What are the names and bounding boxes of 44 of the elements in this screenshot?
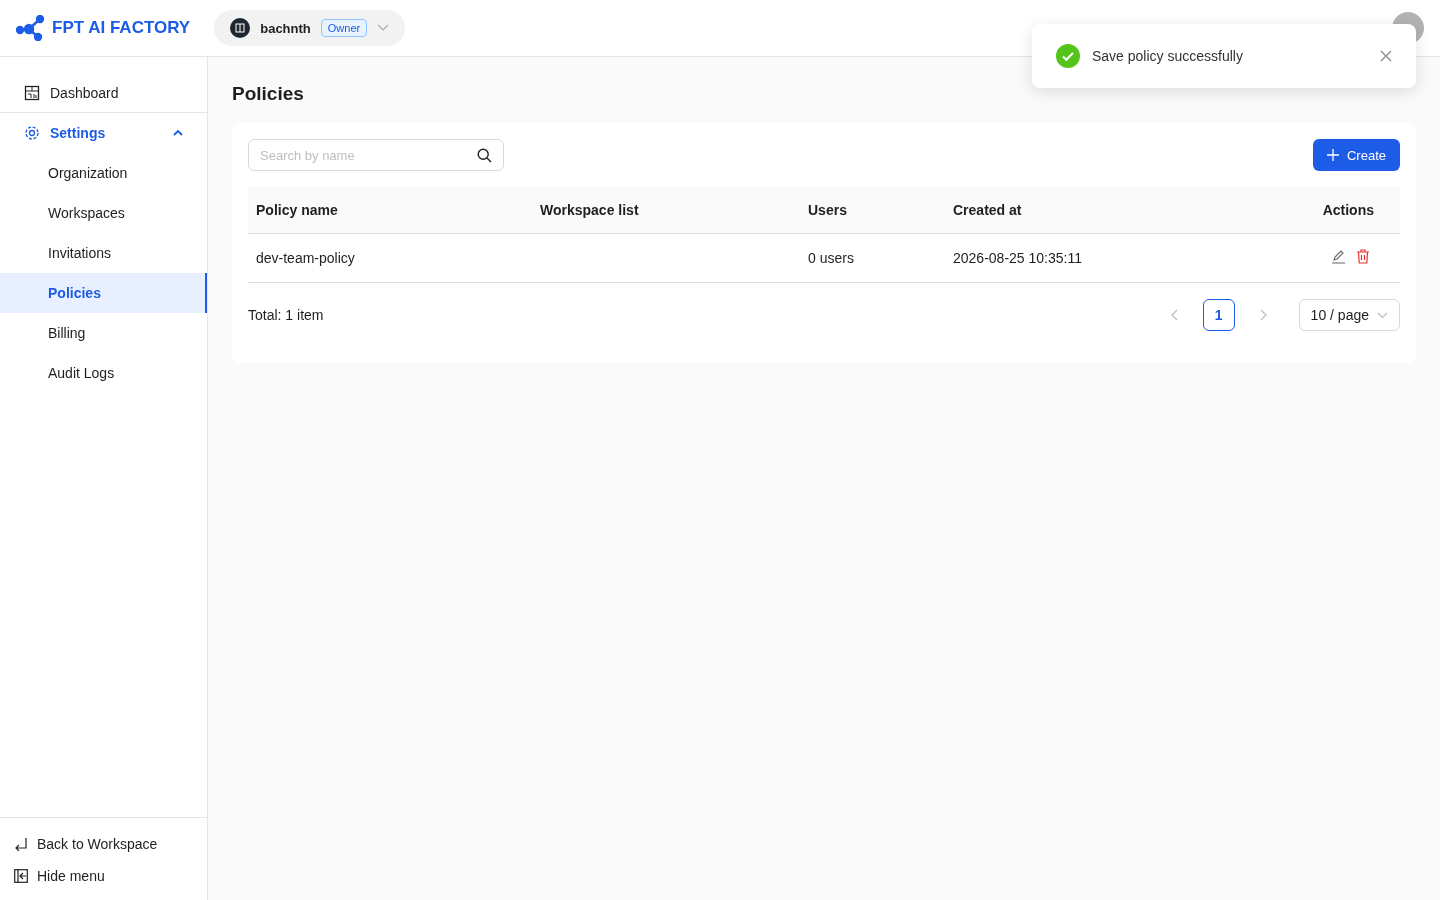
sidebar-item[interactable]: Billing	[0, 313, 207, 353]
total-count: Total: 1 item	[248, 307, 324, 323]
role-tag: Owner	[320, 19, 368, 37]
search-field[interactable]: Search by name	[248, 139, 504, 171]
logo-icon	[16, 15, 46, 41]
table-cell: 2026-08-25 10:35:11	[945, 233, 1232, 283]
sidebar-footer-link[interactable]: Hide menu	[14, 866, 193, 886]
page-number-button[interactable]: 1	[1202, 299, 1235, 331]
sidebar-footer-link[interactable]: Back to Workspace	[14, 834, 193, 854]
sidebar-item[interactable]: Policies	[0, 273, 207, 313]
success-icon	[1056, 44, 1080, 68]
column-header: Users	[800, 187, 945, 234]
table-cell: dev-team-policy	[248, 233, 532, 283]
sidebar-item[interactable]: Invitations	[0, 233, 207, 273]
return-arrow-icon	[14, 837, 28, 851]
create-button[interactable]: Create	[1312, 139, 1400, 171]
previous-page-icon[interactable]	[1170, 309, 1179, 321]
page-size-select[interactable]: 10 / page	[1298, 299, 1400, 331]
settings-icon	[24, 125, 40, 141]
toast-message: Save policy successfully	[1092, 48, 1243, 64]
close-icon[interactable]	[1380, 50, 1392, 62]
chevron-down-icon	[1377, 311, 1388, 319]
sidebar-item[interactable]: Workspaces	[0, 193, 207, 233]
sidebar-item[interactable]: Settings	[0, 113, 207, 153]
plus-icon	[1326, 149, 1339, 161]
caret-icon	[173, 129, 183, 137]
chevron-down-icon	[377, 24, 390, 32]
column-header: Policy name	[248, 187, 532, 234]
column-header: Workspace list	[532, 187, 800, 234]
column-header: Actions	[1231, 187, 1400, 234]
dashboard-icon	[24, 84, 40, 101]
organization-switcher[interactable]: bachnth Owner	[214, 10, 406, 46]
search-icon	[477, 148, 492, 163]
organization-avatar-icon	[230, 18, 251, 38]
page-title: Policies	[232, 83, 305, 105]
next-page-icon[interactable]	[1258, 309, 1267, 321]
table-cell: 0 users	[800, 233, 945, 283]
sidebar-item[interactable]: Audit Logs	[0, 353, 207, 393]
edit-icon[interactable]	[1331, 249, 1346, 264]
delete-icon[interactable]	[1356, 249, 1370, 264]
sidebar-item[interactable]: Organization	[0, 153, 207, 193]
collapse-menu-icon	[14, 869, 28, 883]
brand-name[interactable]: FPT AI FACTORY	[52, 18, 191, 38]
column-header: Created at	[945, 187, 1232, 234]
